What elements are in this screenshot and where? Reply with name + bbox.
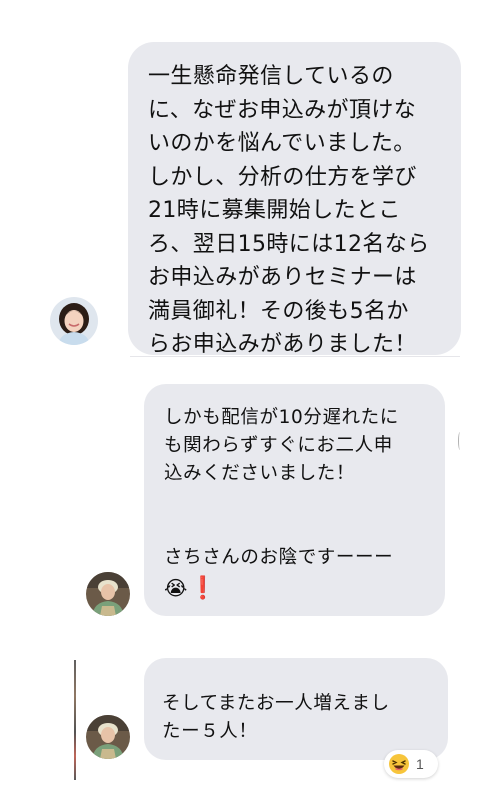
message-text: しかも配信が10分遅れたに も関わらずすぐにお二人申 込みくださいました！ さち… bbox=[164, 407, 399, 568]
woman-avatar-icon bbox=[86, 572, 130, 616]
scroll-mark bbox=[458, 432, 462, 450]
laughing-face-icon bbox=[389, 754, 409, 774]
reaction-badge[interactable]: 1 bbox=[384, 750, 438, 778]
sender-avatar[interactable] bbox=[86, 572, 130, 616]
message-text: 一生懸命発信しているの に、なぜお申込みが頂けな いのかを悩んでいました。 しか… bbox=[148, 64, 430, 357]
emoji-row: 😭❗ bbox=[164, 574, 431, 603]
sender-avatar[interactable] bbox=[86, 715, 130, 759]
message-bubble[interactable]: 一生懸命発信しているの に、なぜお申込みが頂けな いのかを悩んでいました。 しか… bbox=[128, 42, 461, 357]
edge-strip bbox=[74, 660, 76, 780]
message-text: そしてまたお一人増えまし たー５人！ bbox=[162, 693, 390, 742]
message-bubble[interactable]: そしてまたお一人増えまし たー５人！ bbox=[144, 658, 448, 760]
woman-avatar-icon bbox=[50, 297, 98, 345]
crying-face-emoji: 😭 bbox=[164, 576, 188, 600]
reaction-count: 1 bbox=[416, 756, 424, 772]
woman-avatar-icon bbox=[86, 715, 130, 759]
divider bbox=[130, 356, 460, 357]
exclamation-emoji: ❗ bbox=[189, 576, 217, 601]
sender-avatar[interactable] bbox=[50, 297, 98, 345]
message-bubble[interactable]: しかも配信が10分遅れたに も関わらずすぐにお二人申 込みくださいました！ さち… bbox=[144, 384, 445, 616]
